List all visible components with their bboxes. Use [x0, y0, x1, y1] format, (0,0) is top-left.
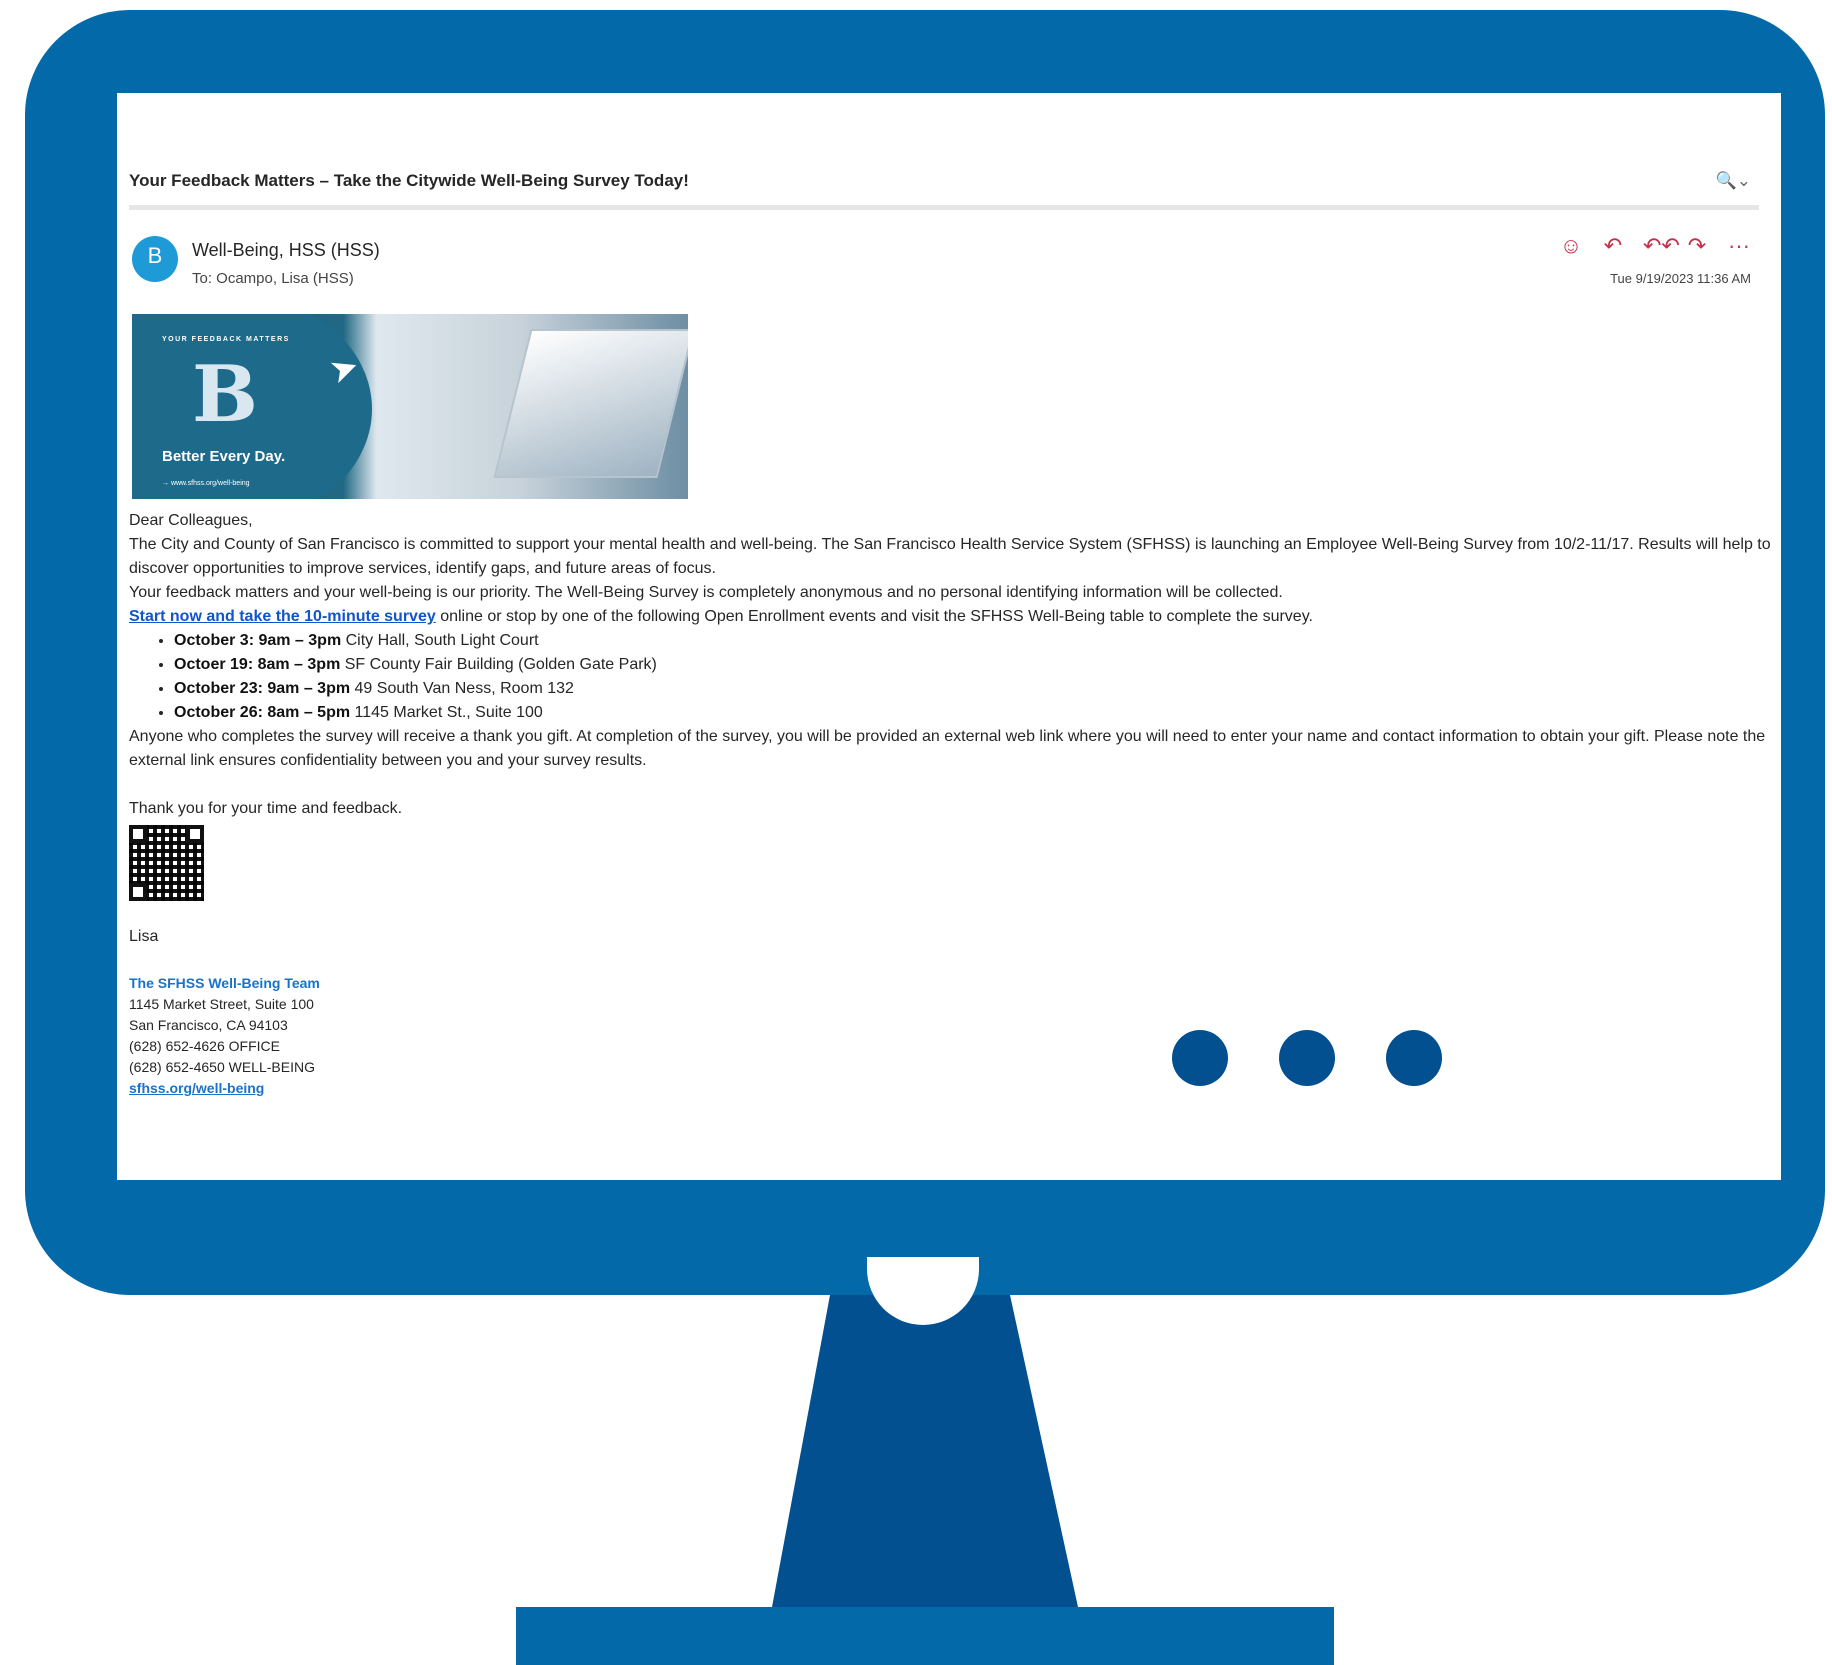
email-body: Dear Colleagues, The City and County of …	[129, 509, 1779, 1099]
list-item: October 26: 8am – 5pm 1145 Market St., S…	[174, 701, 1779, 725]
monitor-base	[516, 1607, 1334, 1665]
zoom-icon[interactable]: 🔍⌄	[1716, 171, 1751, 191]
reply-all-icon[interactable]: ↶↶	[1643, 233, 1680, 259]
banner-logo-letter: B	[192, 349, 258, 440]
avatar: B	[132, 236, 178, 282]
email-reading-pane: Your Feedback Matters – Take the Citywid…	[117, 93, 1781, 1180]
laptop-image	[493, 329, 688, 478]
list-item: October 23: 9am – 3pm 49 South Van Ness,…	[174, 677, 1779, 701]
signature-team: The SFHSS Well-Being Team	[129, 975, 320, 991]
body-paragraph-3-rest: online or stop by one of the following O…	[435, 608, 1313, 625]
signature-block: The SFHSS Well-Being Team 1145 Market St…	[129, 973, 1779, 1099]
event-location: 1145 Market St., Suite 100	[350, 704, 543, 721]
survey-link[interactable]: Start now and take the 10-minute survey	[129, 608, 436, 625]
monitor-frame: Your Feedback Matters – Take the Citywid…	[25, 10, 1825, 1295]
event-location: 49 South Van Ness, Room 132	[350, 680, 574, 697]
header-divider	[129, 205, 1759, 210]
greeting: Dear Colleagues,	[129, 512, 253, 529]
monitor-button[interactable]	[1279, 1030, 1335, 1086]
body-paragraph-4: Anyone who completes the survey will rec…	[129, 728, 1766, 769]
banner-tagline: Better Every Day.	[162, 448, 286, 465]
monitor-stand	[772, 1295, 1078, 1607]
banner-eyebrow: YOUR FEEDBACK MATTERS	[162, 336, 290, 343]
monitor-button[interactable]	[1172, 1030, 1228, 1086]
event-time: October 23: 9am – 3pm	[174, 680, 351, 697]
event-time: Octoer 19: 8am – 3pm	[174, 656, 341, 673]
event-time: October 26: 8am – 5pm	[174, 704, 351, 721]
signature-phone-wellbeing: (628) 652-4650 WELL-BEING	[129, 1059, 315, 1075]
thanks-line: Thank you for your time and feedback.	[129, 800, 403, 817]
event-location: City Hall, South Light Court	[341, 632, 539, 649]
recipient-line: To: Ocampo, Lisa (HSS)	[192, 270, 354, 287]
signature-web-link[interactable]: sfhss.org/well-being	[129, 1080, 264, 1096]
emoji-reaction-icon[interactable]: ☺	[1559, 233, 1583, 259]
forward-icon[interactable]: ↷	[1685, 233, 1709, 259]
signoff-name: Lisa	[129, 928, 159, 945]
event-location: SF County Fair Building (Golden Gate Par…	[340, 656, 657, 673]
body-paragraph-3: Start now and take the 10-minute survey …	[129, 605, 1779, 629]
body-paragraph-1: The City and County of San Francisco is …	[129, 536, 1771, 577]
event-list: October 3: 9am – 3pm City Hall, South Li…	[129, 629, 1779, 725]
signature-phone-office: (628) 652-4626 OFFICE	[129, 1038, 280, 1054]
event-time: October 3: 9am – 3pm	[174, 632, 342, 649]
signature-address-1: 1145 Market Street, Suite 100	[129, 996, 314, 1012]
signature-address-2: San Francisco, CA 94103	[129, 1017, 288, 1033]
list-item: Octoer 19: 8am – 3pm SF County Fair Buil…	[174, 653, 1779, 677]
sender-name[interactable]: Well-Being, HSS (HSS)	[192, 240, 380, 261]
more-actions-icon[interactable]: ···	[1727, 233, 1751, 259]
list-item: October 3: 9am – 3pm City Hall, South Li…	[174, 629, 1779, 653]
body-paragraph-2: Your feedback matters and your well-bein…	[129, 584, 1283, 601]
banner-url: → www.sfhss.org/well-being	[162, 480, 250, 487]
email-subject: Your Feedback Matters – Take the Citywid…	[129, 171, 689, 190]
banner-image: YOUR FEEDBACK MATTERS B Better Every Day…	[132, 314, 688, 499]
qr-code	[129, 825, 204, 901]
sent-timestamp: Tue 9/19/2023 11:36 AM	[1610, 271, 1751, 286]
reply-icon[interactable]: ↶	[1601, 233, 1625, 259]
message-actions: ☺ ↶ ↶↶ ↷ ···	[1559, 233, 1751, 259]
monitor-button[interactable]	[1386, 1030, 1442, 1086]
